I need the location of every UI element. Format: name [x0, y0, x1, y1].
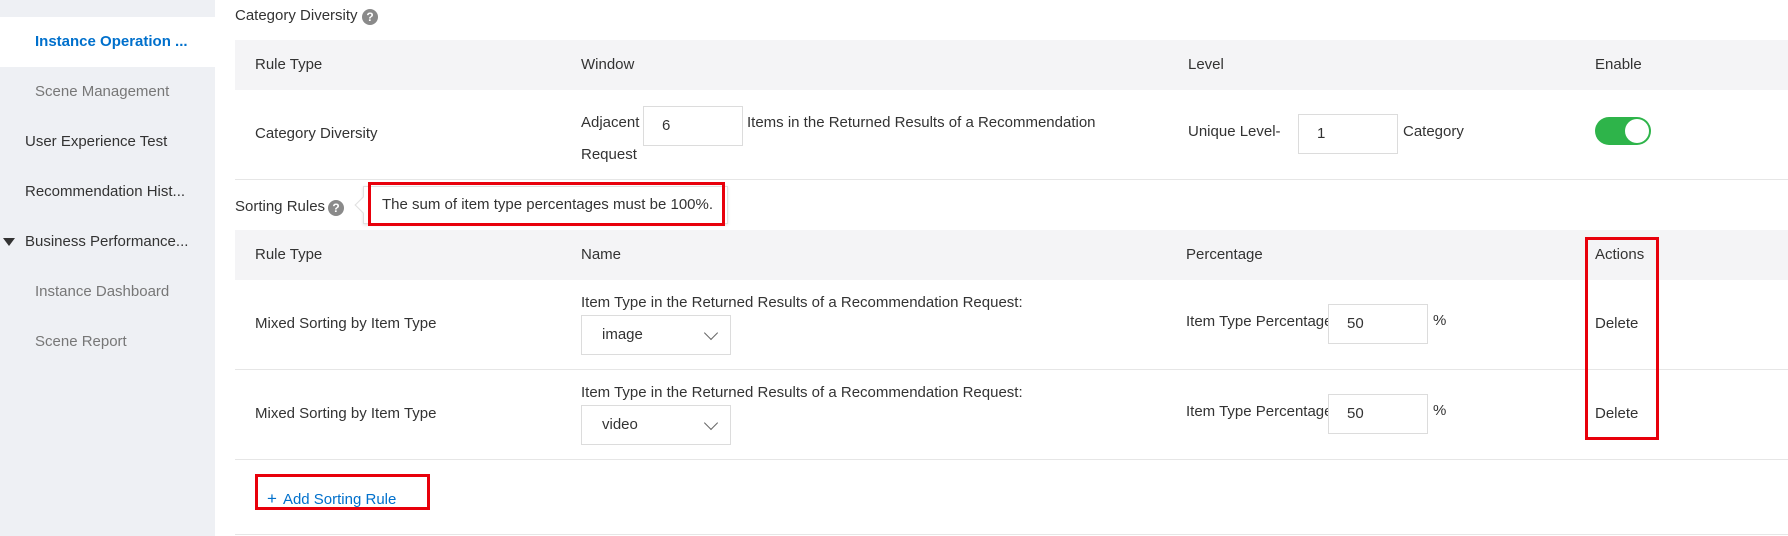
help-icon[interactable]: ?	[328, 200, 344, 216]
table-row: Mixed Sorting by Item Type Item Type in …	[235, 370, 1788, 460]
delete-button[interactable]: Delete	[1595, 315, 1638, 332]
item-type-select[interactable]: video	[581, 405, 731, 445]
item-type-label: Item Type in the Returned Results of a R…	[581, 384, 1023, 401]
rule-type-cell: Category Diversity	[255, 125, 378, 142]
category-diversity-title: Category Diversity	[235, 7, 358, 24]
percent-unit: %	[1433, 402, 1447, 419]
column-header-percentage: Percentage	[1186, 246, 1263, 263]
column-header-actions: Actions	[1595, 246, 1645, 263]
table-row: Mixed Sorting by Item Type Item Type in …	[235, 280, 1788, 370]
item-type-value: image	[602, 326, 643, 343]
item-type-value: video	[602, 416, 638, 433]
level-suffix-label: Category	[1403, 123, 1464, 140]
column-header-rule-type: Rule Type	[255, 246, 323, 263]
caret-down-icon[interactable]	[3, 238, 15, 246]
sorting-rules-tooltip: The sum of item type percentages must be…	[354, 186, 728, 224]
sidebar: Instance Operation ... Scene Management …	[0, 0, 215, 536]
window-prefix-label: Adjacent	[581, 114, 640, 131]
chevron-down-icon	[703, 325, 719, 341]
sidebar-item-scene-management[interactable]: Scene Management	[0, 67, 215, 117]
toggle-knob	[1625, 119, 1649, 143]
category-table-header: Rule Type Window Level Enable	[235, 40, 1788, 90]
add-sorting-rule-label: Add Sorting Rule	[282, 491, 397, 508]
rule-type-cell: Mixed Sorting by Item Type	[255, 315, 437, 332]
window-suffix-label: Items in the Returned Results of a Recom…	[747, 114, 1096, 131]
sidebar-item-scene-report[interactable]: Scene Report	[0, 317, 215, 367]
sidebar-item-instance-dashboard[interactable]: Instance Dashboard	[0, 267, 215, 317]
tooltip-text: The sum of item type percentages must be…	[382, 196, 714, 213]
window-size-input[interactable]: 6	[643, 106, 743, 146]
unique-level-input[interactable]: 1	[1298, 114, 1398, 154]
window-suffix-label-cont: Request	[581, 146, 637, 163]
rule-type-cell: Mixed Sorting by Item Type	[255, 405, 437, 422]
sidebar-item-recommendation-history[interactable]: Recommendation Hist...	[0, 167, 215, 217]
sorting-rules-title: Sorting Rules	[235, 198, 326, 215]
delete-button[interactable]: Delete	[1595, 405, 1638, 422]
help-icon[interactable]: ?	[362, 9, 378, 25]
enable-toggle[interactable]	[1595, 117, 1651, 145]
level-prefix-label: Unique Level-	[1188, 123, 1281, 140]
column-header-rule-type: Rule Type	[255, 56, 323, 73]
item-type-select[interactable]: image	[581, 315, 731, 355]
sidebar-item-business-performance[interactable]: Business Performance...	[0, 217, 215, 267]
percent-unit: %	[1433, 312, 1447, 329]
plus-icon: +	[267, 489, 277, 508]
percentage-input[interactable]: 50	[1328, 304, 1428, 344]
percentage-input[interactable]: 50	[1328, 394, 1428, 434]
add-sorting-rule-button[interactable]: + Add Sorting Rule	[267, 489, 396, 509]
sidebar-item-instance-operation[interactable]: Instance Operation ...	[0, 17, 215, 67]
tooltip-arrow	[354, 196, 372, 214]
sidebar-item-label: Business Performance...	[25, 233, 189, 250]
percentage-label: Item Type Percentage	[1186, 313, 1333, 330]
main-content: Category Diversity ? Rule Type Window Le…	[215, 0, 1788, 536]
chevron-down-icon	[703, 415, 719, 431]
item-type-label: Item Type in the Returned Results of a R…	[581, 294, 1023, 311]
table-row: Category Diversity Adjacent 6 Items in t…	[235, 90, 1788, 180]
sorting-table-header: Rule Type Name Percentage Actions	[235, 230, 1788, 280]
column-header-window: Window	[581, 56, 635, 73]
column-header-enable: Enable	[1595, 56, 1642, 73]
percentage-label: Item Type Percentage	[1186, 403, 1333, 420]
table-bottom-divider	[235, 534, 1788, 535]
sidebar-item-user-experience-test[interactable]: User Experience Test	[0, 117, 215, 167]
column-header-name: Name	[581, 246, 622, 263]
column-header-level: Level	[1188, 56, 1224, 73]
